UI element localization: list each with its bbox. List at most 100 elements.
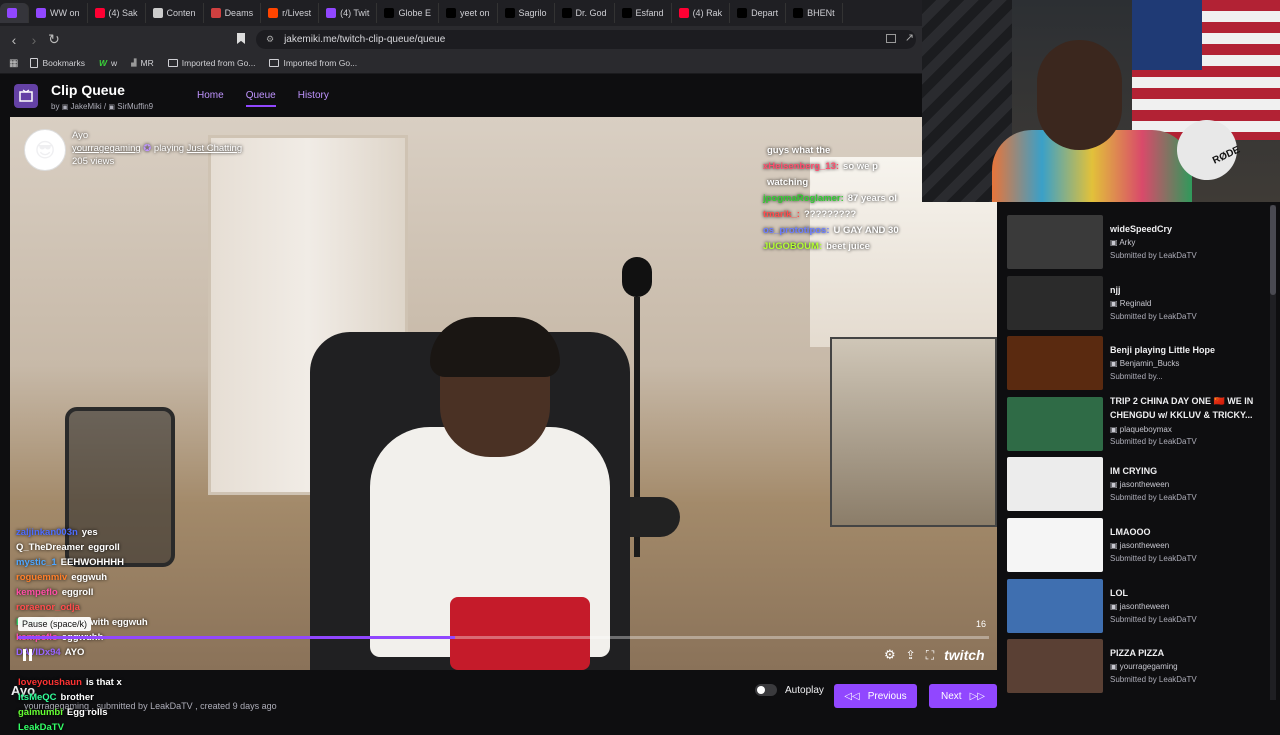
nav-queue[interactable]: Queue — [245, 90, 276, 107]
channel-avatar[interactable]: 😎 — [24, 129, 66, 171]
tab-label: r/Livest — [282, 8, 312, 18]
tab-favicon-icon — [326, 8, 337, 18]
browser-tab[interactable]: Deams — [204, 3, 262, 23]
author-sirmuffin[interactable]: SirMuffin9 — [117, 102, 153, 111]
twitch-wordmark-icon[interactable]: twitch — [944, 647, 984, 663]
queue-title: TRIP 2 CHINA DAY ONE 🇨🇳 WE IN CHENGDU w/… — [1110, 395, 1254, 420]
browser-tab[interactable]: Globe E — [377, 3, 439, 23]
browser-toolbar: ‹ › ↻ ⚙ jakemiki.me/twitch-clip-queue/qu… — [0, 26, 930, 53]
queue-channel: ▣ jasontheween — [1110, 541, 1170, 550]
fullscreen-icon[interactable]: ⛶ — [926, 648, 934, 663]
channel-link[interactable]: yourragegaming — [72, 143, 141, 154]
chat-username[interactable]: jpogmaRoglamer: — [763, 193, 844, 204]
queue-thumbnail[interactable] — [1007, 336, 1103, 391]
queue-item[interactable]: PIZZA PIZZA ▣ yourragegaming Submitted by … — [1007, 637, 1267, 694]
chat-username[interactable]: xHeisenberg_13: — [763, 161, 839, 172]
queue-thumbnail[interactable] — [1007, 578, 1103, 633]
next-button[interactable]: Next ▷▷ — [929, 684, 997, 708]
chat-message: JUGOBOUM: beet juice — [763, 239, 997, 255]
category-link[interactable]: Just Chatting — [187, 143, 242, 154]
tab-label: Deams — [224, 8, 254, 18]
browser-tab[interactable]: Sagrilo — [498, 3, 555, 23]
browser-tab[interactable]: yeet on — [439, 3, 498, 23]
chat-username[interactable]: Q_TheDreamer — [16, 542, 84, 553]
queue-thumbnail[interactable] — [1007, 396, 1103, 451]
address-bar[interactable]: ⚙ jakemiki.me/twitch-clip-queue/queue ↗ — [256, 30, 916, 49]
clip-meta: Ayo yourragegaming ✪ playing Just Chatti… — [72, 130, 243, 167]
browser-tab[interactable]: Conten — [146, 3, 204, 23]
browser-tab[interactable]: Esfand — [615, 3, 672, 23]
chat-username[interactable]: roraenor_odja — [16, 602, 80, 613]
chat-text: U GAY AND 30 — [833, 225, 899, 236]
queue-thumbnail[interactable] — [1007, 275, 1103, 330]
scene-terrarium — [830, 337, 997, 527]
mr-logo-icon: ▟ — [131, 60, 137, 67]
browser-tab[interactable]: WW on — [29, 3, 88, 23]
chat-text: beet juice — [826, 241, 870, 252]
tab-favicon-icon — [504, 8, 515, 18]
chat-username[interactable]: LeakDaTV — [18, 722, 64, 733]
chat-username[interactable]: ItsMeQC — [18, 692, 57, 703]
bookmark-imported-2[interactable]: Imported from Go... — [269, 58, 357, 68]
browser-tab[interactable]: (4) Rak — [672, 3, 731, 23]
video-player[interactable]: 😎 Ayo yourragegaming ✪ playing Just Chat… — [10, 117, 997, 670]
pause-tooltip: Pause (space/k) — [18, 617, 92, 631]
settings-gear-icon[interactable]: ⚙ — [884, 647, 896, 663]
bookmark-imported-1[interactable]: Imported from Go... — [167, 58, 255, 68]
chat-username[interactable]: roguemmiv — [16, 572, 67, 583]
chat-username[interactable]: kempeflo — [16, 587, 58, 598]
browser-tab[interactable]: Dr. God — [555, 3, 615, 23]
previous-button[interactable]: ◁◁ Previous — [834, 684, 917, 708]
chat-username[interactable]: JUGOBOUM: — [763, 241, 822, 252]
screen-icon[interactable] — [886, 34, 896, 43]
chat-overlay-bottom: zaljinkan003n yes Q_TheDreamer eggroll mysti… — [16, 525, 246, 660]
queue-scrollbar-thumb[interactable] — [1270, 205, 1276, 295]
share-icon[interactable]: ↗ — [905, 31, 914, 44]
share-icon[interactable]: ⇪ — [906, 648, 916, 662]
apps-grid-icon[interactable]: ▦ — [9, 58, 18, 69]
browser-tab[interactable]: (4) Sak — [88, 3, 146, 23]
chat-username[interactable]: tmarik_: — [763, 209, 800, 220]
bookmark-w[interactable]: Ww — [99, 58, 117, 68]
reload-icon[interactable]: ↻ — [44, 31, 64, 48]
browser-tab[interactable]: BHENt — [786, 3, 843, 23]
queue-thumbnail[interactable] — [1007, 457, 1103, 512]
chat-username[interactable]: mystic_1 — [16, 557, 57, 568]
queue-item[interactable]: njj ▣ Reginald Submitted by LeakDaTV — [1007, 274, 1267, 330]
chat-username[interactable]: os_prototipos: — [763, 225, 830, 236]
pause-button[interactable] — [23, 649, 37, 665]
bookmark-star-icon[interactable] — [237, 33, 245, 44]
queue-item[interactable]: IM CRYING ▣ jasontheween Submitted by Leak… — [1007, 455, 1267, 512]
bookmarks-folder[interactable]: Bookmarks — [30, 58, 85, 68]
queue-thumbnail[interactable] — [1007, 518, 1103, 572]
queue-item[interactable]: TRIP 2 CHINA DAY ONE 🇨🇳 WE IN CHENGDU w/… — [1007, 395, 1267, 451]
chat-username[interactable]: zaljinkan003n — [16, 527, 78, 538]
tab-label: Esfand — [635, 8, 664, 18]
browser-tab[interactable]: (4) Twit — [319, 3, 378, 23]
queue-item[interactable]: Benji playing Little Hope ▣ Benjamin_Buck… — [1007, 334, 1267, 391]
back-icon[interactable]: ‹ — [4, 32, 24, 48]
browser-tab[interactable]: r/Livest — [261, 3, 320, 23]
forward-icon[interactable]: › — [24, 32, 44, 48]
browser-tab[interactable]: Depart — [730, 3, 787, 23]
bookmark-mr[interactable]: ▟ MR — [131, 58, 154, 68]
twitch-icon: ▣ — [1110, 541, 1120, 550]
chat-message: gaimumbi Egg rolls — [18, 705, 218, 720]
autoplay-switch[interactable] — [755, 684, 777, 696]
chat-username[interactable]: gaimumbi — [18, 707, 63, 718]
twitch-icon: ▣ — [1110, 298, 1120, 308]
autoplay-toggle[interactable]: Autoplay — [755, 684, 824, 696]
queue-item[interactable]: wideSpeedCry ▣ Arky Submitted by LeakDaTV — [1007, 213, 1267, 269]
nav-history[interactable]: History — [298, 90, 329, 107]
queue-item[interactable]: LMAOOO ▣ jasontheween Submitted by LeakDaT… — [1007, 516, 1267, 572]
site-info-icon[interactable]: ⚙ — [266, 34, 274, 45]
clip-queue-logo-icon[interactable] — [14, 84, 38, 108]
queue-item[interactable]: LOL ▣ jasontheween Submitted by LeakDaTV — [1007, 577, 1267, 633]
nav-home[interactable]: Home — [197, 90, 224, 107]
progress-bar[interactable] — [18, 636, 989, 639]
browser-tab[interactable] — [0, 3, 29, 23]
queue-thumbnail[interactable] — [1007, 639, 1103, 694]
queue-thumbnail[interactable] — [1007, 215, 1103, 269]
chat-username[interactable]: loveyoushaun — [18, 677, 82, 688]
author-jakemiki[interactable]: JakeMiki — [71, 102, 102, 111]
